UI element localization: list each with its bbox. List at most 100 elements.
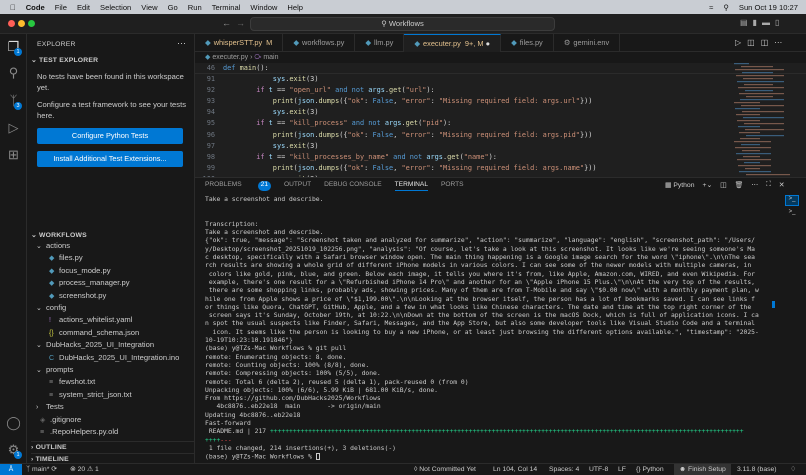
menu-edit[interactable]: Edit: [77, 3, 90, 12]
code-token: dumps: [318, 130, 340, 139]
install-test-extensions-button[interactable]: Install Additional Test Extensions...: [37, 151, 183, 167]
tree-item[interactable]: {} command_schema.json: [27, 327, 195, 339]
account-icon[interactable]: ◯: [5, 414, 22, 431]
more-actions-icon[interactable]: ⋯: [177, 38, 186, 49]
tree-item[interactable]: ◆ files.py: [27, 252, 195, 264]
split-terminal-icon[interactable]: ◫: [720, 181, 726, 189]
encoding[interactable]: UTF-8: [589, 464, 608, 475]
minimap-line: [740, 138, 760, 140]
tree-item[interactable]: ⌄ actions: [27, 240, 195, 252]
search-icon[interactable]: ⚲: [723, 3, 729, 12]
menu-app-name[interactable]: Code: [26, 3, 45, 12]
tree-item[interactable]: ◆ process_manager.py: [27, 277, 195, 289]
extensions-icon[interactable]: ⊞: [5, 146, 22, 163]
back-arrow-icon[interactable]: ←: [222, 18, 231, 28]
tree-item[interactable]: ◆ focus_mode.py: [27, 265, 195, 277]
menu-window[interactable]: Window: [250, 3, 277, 12]
tab-gemini-env[interactable]: ⚙ gemini.env: [554, 34, 621, 52]
tab-label: gemini.env: [573, 38, 610, 47]
line-number: 91: [206, 75, 215, 84]
tree-item[interactable]: ◆ screenshot.py: [27, 290, 195, 302]
tree-item[interactable]: ⌄ prompts: [27, 364, 195, 376]
tree-item[interactable]: ⌄ config: [27, 302, 195, 314]
tab-executer-py[interactable]: ◆ executer.py 9+, M ●: [404, 34, 502, 52]
tree-item[interactable]: C DubHacks_2025_UI_Integration.ino: [27, 352, 195, 364]
menu-view[interactable]: View: [141, 3, 157, 12]
panel-tab-problems[interactable]: PROBLEMS: [205, 181, 242, 191]
cursor-position[interactable]: Ln 104, Col 14: [493, 464, 537, 475]
settings-gear-icon[interactable]: ⚙ 1: [5, 441, 22, 459]
more-icon[interactable]: ⋯: [751, 181, 758, 189]
tab-llm-py[interactable]: ◆ llm.py: [355, 34, 405, 52]
minimize-window-button[interactable]: [18, 20, 25, 27]
zoom-window-button[interactable]: [28, 20, 35, 27]
layout-toggle-icons[interactable]: ▤▮▬▯: [740, 18, 784, 27]
terminal-instance-1[interactable]: >_: [785, 195, 799, 206]
tree-item[interactable]: ⌄ DubHacks_2025_UI_Integration: [27, 339, 195, 351]
terminal-scrollbar[interactable]: [772, 301, 775, 308]
code-editor[interactable]: 46 def main(): 91 sys.exit(3) 92 if t == "o…: [195, 63, 806, 177]
panel-tab-ports[interactable]: PORTS: [441, 181, 464, 191]
maximize-panel-icon[interactable]: ⛶: [766, 181, 771, 189]
command-center-search[interactable]: ⚲ Workflows: [250, 17, 555, 31]
code-token: print: [272, 97, 294, 106]
git-blame[interactable]: ◊ Not Committed Yet: [414, 464, 476, 475]
tab-whisperSTT-py[interactable]: ◆ whisperSTT.py M: [195, 34, 284, 52]
terminal-profile[interactable]: ▦ Python: [665, 181, 694, 189]
explorer-icon[interactable]: ❐ 1: [5, 38, 22, 56]
wifi-icon[interactable]: ≈: [709, 3, 713, 12]
terminal-line: or things like Quora, ChatGPT, GitHub, A…: [205, 304, 775, 312]
remote-indicator[interactable]: Å: [0, 464, 22, 475]
indentation[interactable]: Spaces: 4: [549, 464, 579, 475]
menu-run[interactable]: Run: [188, 3, 202, 12]
menu-terminal[interactable]: Terminal: [212, 3, 241, 12]
terminal-output[interactable]: Take a screenshot and describe. Transcrip…: [205, 196, 775, 461]
test-explorer-header[interactable]: ⌄ TEST EXPLORER: [31, 56, 98, 64]
workspace-header[interactable]: ⌄ WORKFLOWS: [31, 231, 87, 239]
search-icon[interactable]: ⚲: [5, 64, 22, 81]
unsaved-dot-icon[interactable]: ●: [484, 39, 490, 48]
tree-item[interactable]: ≡ .RepoHelpers.py.old: [27, 426, 195, 438]
line-ending[interactable]: LF: [618, 464, 626, 475]
configure-python-tests-button[interactable]: Configure Python Tests: [37, 128, 183, 144]
notifications-bell-icon[interactable]: ♢: [790, 464, 796, 475]
language-mode[interactable]: {} Python: [636, 464, 664, 475]
tree-item[interactable]: ! actions_whitelist.yaml: [27, 314, 195, 326]
tree-item[interactable]: ≡ system_strict_json.txt: [27, 389, 195, 401]
python-interpreter[interactable]: 3.11.8 (base): [737, 464, 777, 475]
finish-setup-button[interactable]: ☻ Finish Setup: [674, 464, 731, 475]
source-control-icon[interactable]: ᛉ3: [5, 92, 22, 110]
explorer-badge: 1: [14, 48, 22, 56]
panel-tab-debug-console[interactable]: DEBUG CONSOLE: [324, 181, 382, 191]
close-window-button[interactable]: [8, 20, 15, 27]
minimap[interactable]: [730, 63, 790, 177]
forward-arrow-icon[interactable]: →: [236, 18, 245, 28]
apple-icon[interactable]: : [10, 3, 16, 12]
terminal-instance-2[interactable]: >_: [785, 209, 799, 220]
problems-indicator[interactable]: ⊗ 20 ⚠ 1: [70, 464, 99, 475]
trash-icon[interactable]: 🗑: [735, 181, 744, 189]
tab-files-py[interactable]: ◆ files.py: [501, 34, 554, 52]
outline-section[interactable]: › OUTLINE: [31, 441, 195, 451]
editor-actions[interactable]: ▷◫◫⋯: [735, 38, 788, 47]
menu-selection[interactable]: Selection: [100, 3, 131, 12]
new-terminal-icon[interactable]: +⌄: [702, 181, 712, 189]
minimap-line: [739, 93, 784, 95]
tree-item[interactable]: › Tests: [27, 401, 195, 413]
timeline-section[interactable]: › TIMELINE: [31, 453, 195, 463]
breadcrumb-symbol[interactable]: main: [263, 54, 278, 61]
panel-tab-terminal[interactable]: TERMINAL: [394, 181, 428, 191]
branch-indicator[interactable]: ᛉ main* ⟳: [26, 464, 57, 475]
close-panel-icon[interactable]: ✕: [779, 181, 785, 189]
breadcrumb-file[interactable]: executer.py: [212, 54, 248, 61]
tab-workflows-py[interactable]: ◆ workflows.py: [283, 34, 356, 52]
menu-file[interactable]: File: [55, 3, 67, 12]
panel-tab-output[interactable]: OUTPUT: [284, 181, 311, 191]
terminal-text: remote: Counting objects: 100% (8/8), do…: [205, 361, 370, 369]
tree-item[interactable]: ≡ fewshot.txt: [27, 376, 195, 388]
run-debug-icon[interactable]: ▷: [5, 119, 22, 136]
menu-clock[interactable]: Sun Oct 19 10:27: [739, 3, 798, 12]
menu-help[interactable]: Help: [287, 3, 303, 12]
menu-go[interactable]: Go: [168, 3, 178, 12]
tree-item[interactable]: ◈ .gitignore: [27, 414, 195, 426]
